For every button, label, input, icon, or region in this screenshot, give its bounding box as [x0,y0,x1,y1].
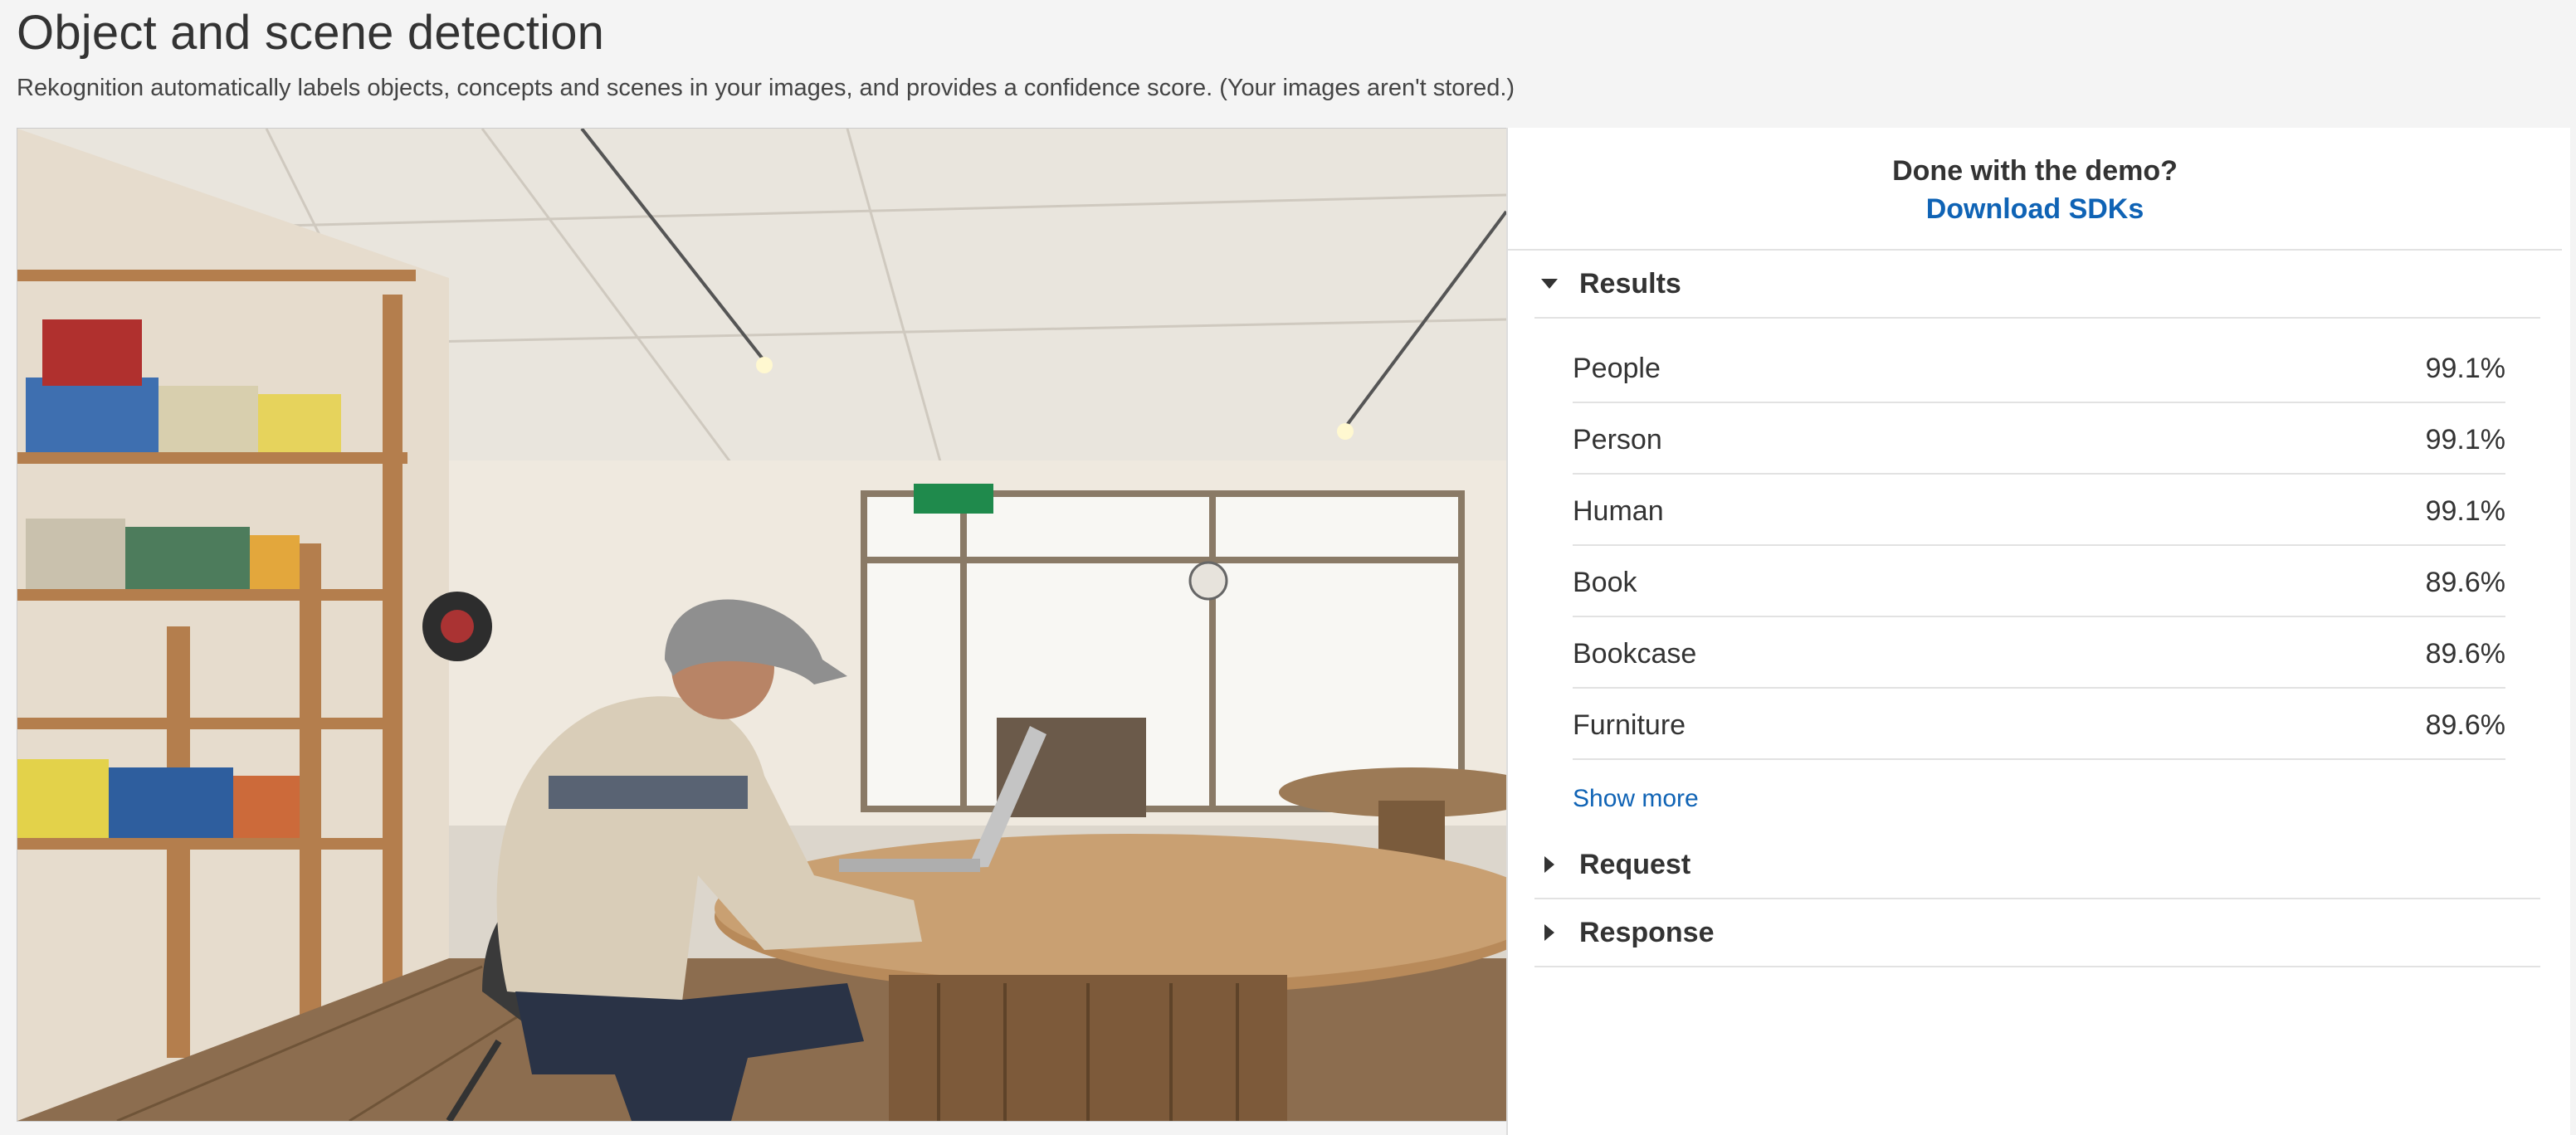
request-header: Request [1579,848,1691,880]
result-row: Book 89.6% [1573,546,2505,617]
page-subtitle: Rekognition automatically labels objects… [17,75,1515,101]
result-confidence: 89.6% [2425,709,2505,741]
results-header: Results [1579,267,1681,300]
result-row: Person 99.1% [1573,403,2505,475]
results-panel: Done with the demo? Download SDKs Result… [1506,128,2570,1135]
request-section-toggle[interactable]: Request [1534,831,2540,899]
result-row: Human 99.1% [1573,475,2505,546]
result-confidence: 99.1% [2425,423,2505,455]
page-title: Object and scene detection [17,6,605,60]
result-confidence: 99.1% [2425,352,2505,384]
caret-down-icon [1541,279,1558,289]
download-sdks-link[interactable]: Download SDKs [1508,189,2562,229]
result-confidence: 89.6% [2425,566,2505,598]
result-label: Book [1573,566,1637,598]
result-confidence: 99.1% [2425,494,2505,527]
caret-right-icon [1544,924,1554,941]
result-label: Bookcase [1573,637,1697,670]
result-label: Person [1573,423,1662,455]
result-label: Furniture [1573,709,1686,741]
result-row: Bookcase 89.6% [1573,617,2505,689]
caret-right-icon [1544,856,1554,873]
demo-block: Done with the demo? Download SDKs [1508,128,2562,251]
result-row: Furniture 89.6% [1573,689,2505,760]
response-section-toggle[interactable]: Response [1534,899,2540,967]
result-confidence: 89.6% [2425,637,2505,670]
response-header: Response [1579,916,1715,948]
result-row: People 99.1% [1573,332,2505,403]
results-list: People 99.1% Person 99.1% Human 99.1% Book 89.6… [1573,332,2505,760]
result-label: Human [1573,494,1664,527]
sample-image[interactable] [17,128,1507,1122]
results-section-toggle[interactable]: Results [1534,251,2540,319]
demo-question: Done with the demo? [1892,155,2178,187]
show-more-link[interactable]: Show more [1573,785,2570,813]
result-label: People [1573,352,1661,384]
